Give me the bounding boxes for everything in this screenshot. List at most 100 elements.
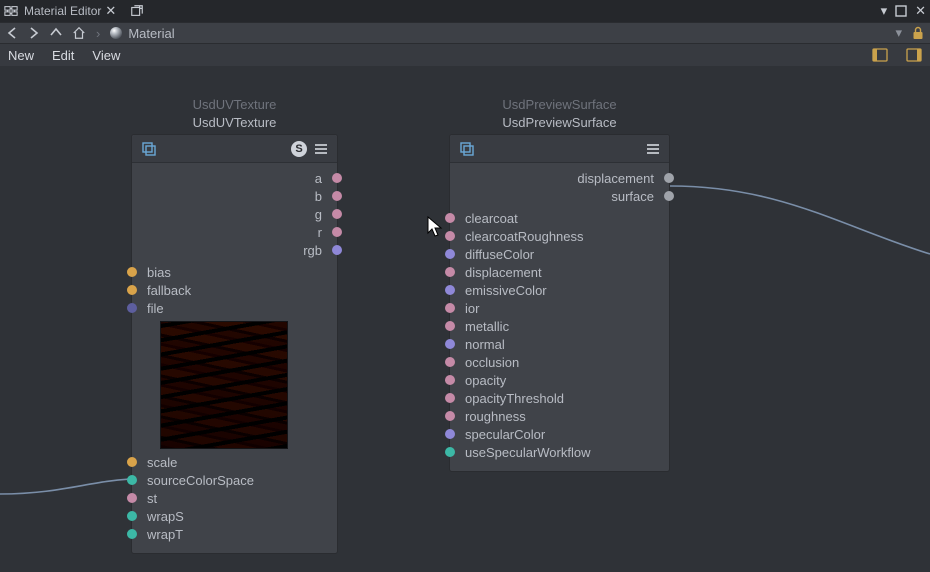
port-dot[interactable]	[445, 321, 455, 331]
port-dot[interactable]	[445, 213, 455, 223]
nav-forward-icon[interactable]	[28, 27, 40, 39]
breadcrumb-label: Material	[128, 26, 174, 41]
port-fallback[interactable]: fallback	[142, 281, 327, 299]
port-dot[interactable]	[445, 393, 455, 403]
port-dot[interactable]	[127, 493, 137, 503]
port-clearcoatRoughness[interactable]: clearcoatRoughness	[460, 227, 659, 245]
port-dot[interactable]	[445, 339, 455, 349]
breadcrumb-dropdown-icon[interactable]: ▾	[895, 25, 902, 41]
node-type-label: UsdUVTexture	[132, 97, 337, 112]
port-dot[interactable]	[332, 209, 342, 219]
layers-icon	[140, 140, 158, 158]
home-icon[interactable]	[72, 26, 86, 40]
close-window-icon[interactable]: ✕	[915, 3, 926, 19]
port-dot[interactable]	[127, 511, 137, 521]
port-dot[interactable]	[445, 249, 455, 259]
port-dot[interactable]	[127, 529, 137, 539]
node-header[interactable]	[450, 135, 669, 163]
nav-up-icon[interactable]	[50, 27, 62, 39]
port-metallic[interactable]: metallic	[460, 317, 659, 335]
port-dot[interactable]	[332, 227, 342, 237]
node-graph-canvas[interactable]: UsdUVTexture UsdUVTexture S abgrrgb bias…	[0, 66, 930, 572]
panel-toggle-b-icon[interactable]	[906, 47, 922, 63]
port-dot[interactable]	[445, 303, 455, 313]
node-title: UsdUVTexture	[132, 115, 337, 130]
port-sourceColorSpace[interactable]: sourceColorSpace	[142, 471, 327, 489]
port-dot[interactable]	[664, 173, 674, 183]
new-tab-icon[interactable]	[130, 4, 144, 18]
port-dot[interactable]	[445, 357, 455, 367]
close-tab-icon[interactable]: ✕	[105, 3, 116, 19]
port-label: b	[313, 189, 324, 204]
hamburger-icon[interactable]	[645, 141, 661, 157]
port-wrapS[interactable]: wrapS	[142, 507, 327, 525]
material-orb-icon	[110, 27, 122, 39]
port-r[interactable]: r	[142, 223, 327, 241]
port-rgb[interactable]: rgb	[142, 241, 327, 259]
port-scale[interactable]: scale	[142, 453, 327, 471]
output-ports: displacementsurface	[460, 169, 659, 205]
port-dot[interactable]	[332, 173, 342, 183]
port-label: ior	[463, 301, 481, 316]
nav-back-icon[interactable]	[6, 27, 18, 39]
minimize-icon[interactable]: ▾	[881, 3, 888, 19]
port-ior[interactable]: ior	[460, 299, 659, 317]
port-dot[interactable]	[332, 191, 342, 201]
port-bias[interactable]: bias	[142, 263, 327, 281]
port-emissiveColor[interactable]: emissiveColor	[460, 281, 659, 299]
port-dot[interactable]	[445, 267, 455, 277]
lock-icon[interactable]	[912, 26, 924, 40]
menu-edit[interactable]: Edit	[52, 48, 74, 63]
hamburger-icon[interactable]	[313, 141, 329, 157]
port-displacement[interactable]: displacement	[460, 169, 659, 187]
port-roughness[interactable]: roughness	[460, 407, 659, 425]
panel-toggle-a-icon[interactable]	[872, 47, 888, 63]
breadcrumb[interactable]: Material	[110, 26, 174, 41]
maximize-icon[interactable]	[895, 5, 907, 17]
port-b[interactable]: b	[142, 187, 327, 205]
port-st[interactable]: st	[142, 489, 327, 507]
port-dot[interactable]	[127, 303, 137, 313]
port-normal[interactable]: normal	[460, 335, 659, 353]
port-file[interactable]: file	[142, 299, 327, 317]
port-dot[interactable]	[445, 411, 455, 421]
port-label: wrapT	[145, 527, 185, 542]
port-label: fallback	[145, 283, 193, 298]
port-opacity[interactable]: opacity	[460, 371, 659, 389]
port-dot[interactable]	[127, 457, 137, 467]
port-dot[interactable]	[127, 267, 137, 277]
port-label: opacity	[463, 373, 508, 388]
texture-thumbnail[interactable]	[160, 321, 288, 449]
menu-view[interactable]: View	[92, 48, 120, 63]
port-diffuseColor[interactable]: diffuseColor	[460, 245, 659, 263]
port-g[interactable]: g	[142, 205, 327, 223]
port-displacement[interactable]: displacement	[460, 263, 659, 281]
port-surface[interactable]: surface	[460, 187, 659, 205]
port-dot[interactable]	[664, 191, 674, 201]
node-header[interactable]: S	[132, 135, 337, 163]
node-usdpreviewsurface[interactable]: UsdPreviewSurface UsdPreviewSurface disp…	[449, 134, 670, 472]
port-dot[interactable]	[127, 475, 137, 485]
port-dot[interactable]	[445, 447, 455, 457]
port-dot[interactable]	[445, 231, 455, 241]
port-label: specularColor	[463, 427, 547, 442]
node-usduvtexture[interactable]: UsdUVTexture UsdUVTexture S abgrrgb bias…	[131, 134, 338, 554]
menu-new[interactable]: New	[8, 48, 34, 63]
port-opacityThreshold[interactable]: opacityThreshold	[460, 389, 659, 407]
port-occlusion[interactable]: occlusion	[460, 353, 659, 371]
port-useSpecularWorkflow[interactable]: useSpecularWorkflow	[460, 443, 659, 461]
port-label: roughness	[463, 409, 528, 424]
port-label: useSpecularWorkflow	[463, 445, 592, 460]
port-dot[interactable]	[445, 375, 455, 385]
port-dot[interactable]	[445, 285, 455, 295]
input-ports: clearcoatclearcoatRoughnessdiffuseColord…	[460, 209, 659, 461]
port-specularColor[interactable]: specularColor	[460, 425, 659, 443]
port-dot[interactable]	[127, 285, 137, 295]
port-a[interactable]: a	[142, 169, 327, 187]
node-type-label: UsdPreviewSurface	[450, 97, 669, 112]
solo-badge-icon[interactable]: S	[291, 141, 307, 157]
port-wrapT[interactable]: wrapT	[142, 525, 327, 543]
port-dot[interactable]	[332, 245, 342, 255]
port-clearcoat[interactable]: clearcoat	[460, 209, 659, 227]
port-dot[interactable]	[445, 429, 455, 439]
